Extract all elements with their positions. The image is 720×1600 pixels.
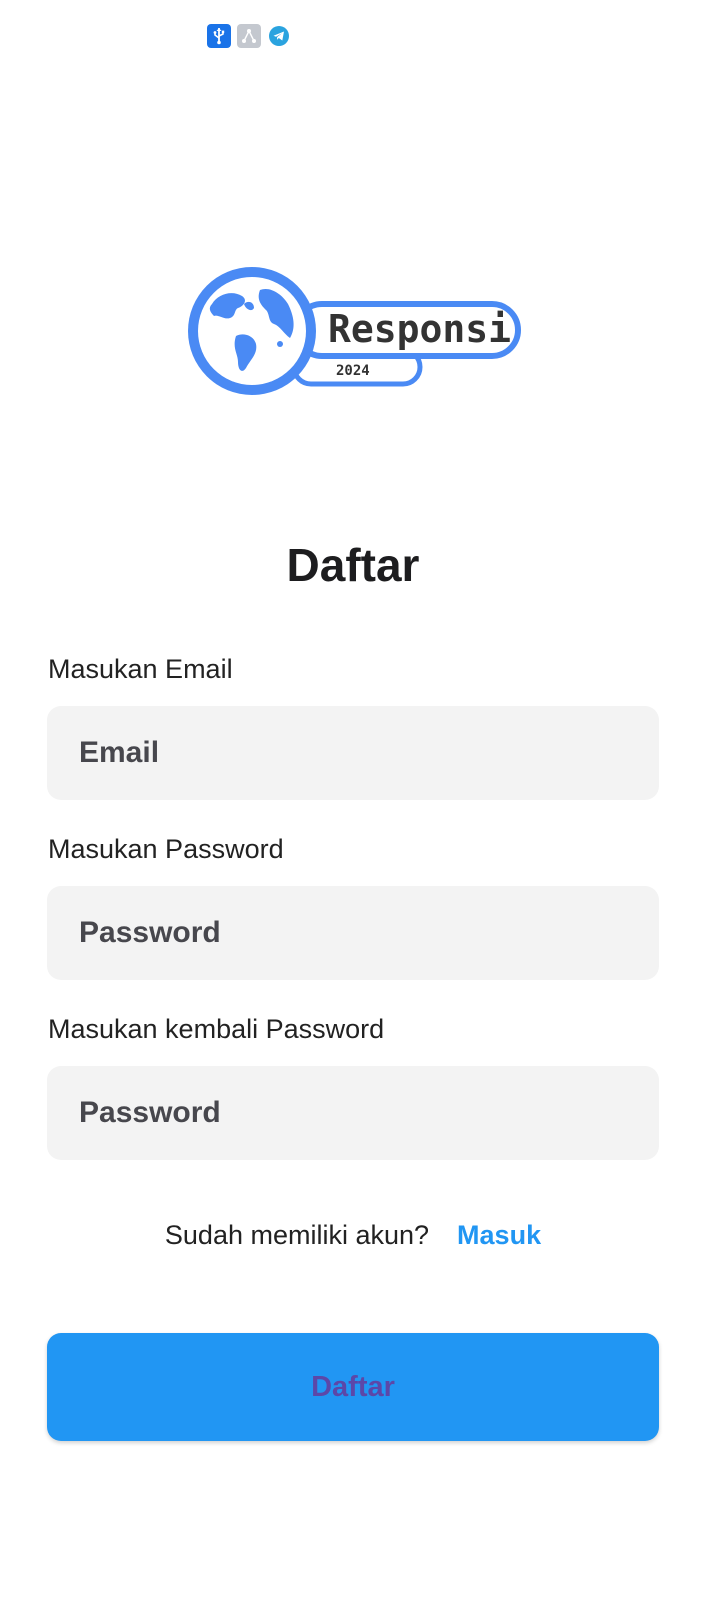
status-bar (0, 0, 720, 72)
login-link[interactable]: Masuk (457, 1220, 541, 1250)
email-label: Masukan Email (48, 654, 233, 684)
login-prompt-text: Sudah memiliki akun? (164, 1220, 430, 1250)
logo-year-text: 2024 (336, 363, 370, 379)
confirm-password-label: Masukan kembali Password (48, 1014, 385, 1044)
responsi-logo: Responsi 2024 (184, 264, 524, 400)
notification-icons (207, 24, 291, 48)
email-field[interactable] (47, 706, 659, 800)
register-button[interactable]: Daftar (47, 1333, 659, 1441)
telegram-icon (267, 24, 291, 48)
password-field[interactable] (47, 886, 659, 980)
password-label: Masukan Password (48, 834, 284, 864)
login-prompt: Sudah memiliki akun? Masuk (0, 1220, 706, 1251)
logo-brand-text: Responsi (328, 307, 511, 351)
confirm-password-field[interactable] (47, 1066, 659, 1160)
triangle-share-icon (237, 24, 261, 48)
usb-icon (207, 24, 231, 48)
page-title: Daftar (286, 539, 420, 591)
